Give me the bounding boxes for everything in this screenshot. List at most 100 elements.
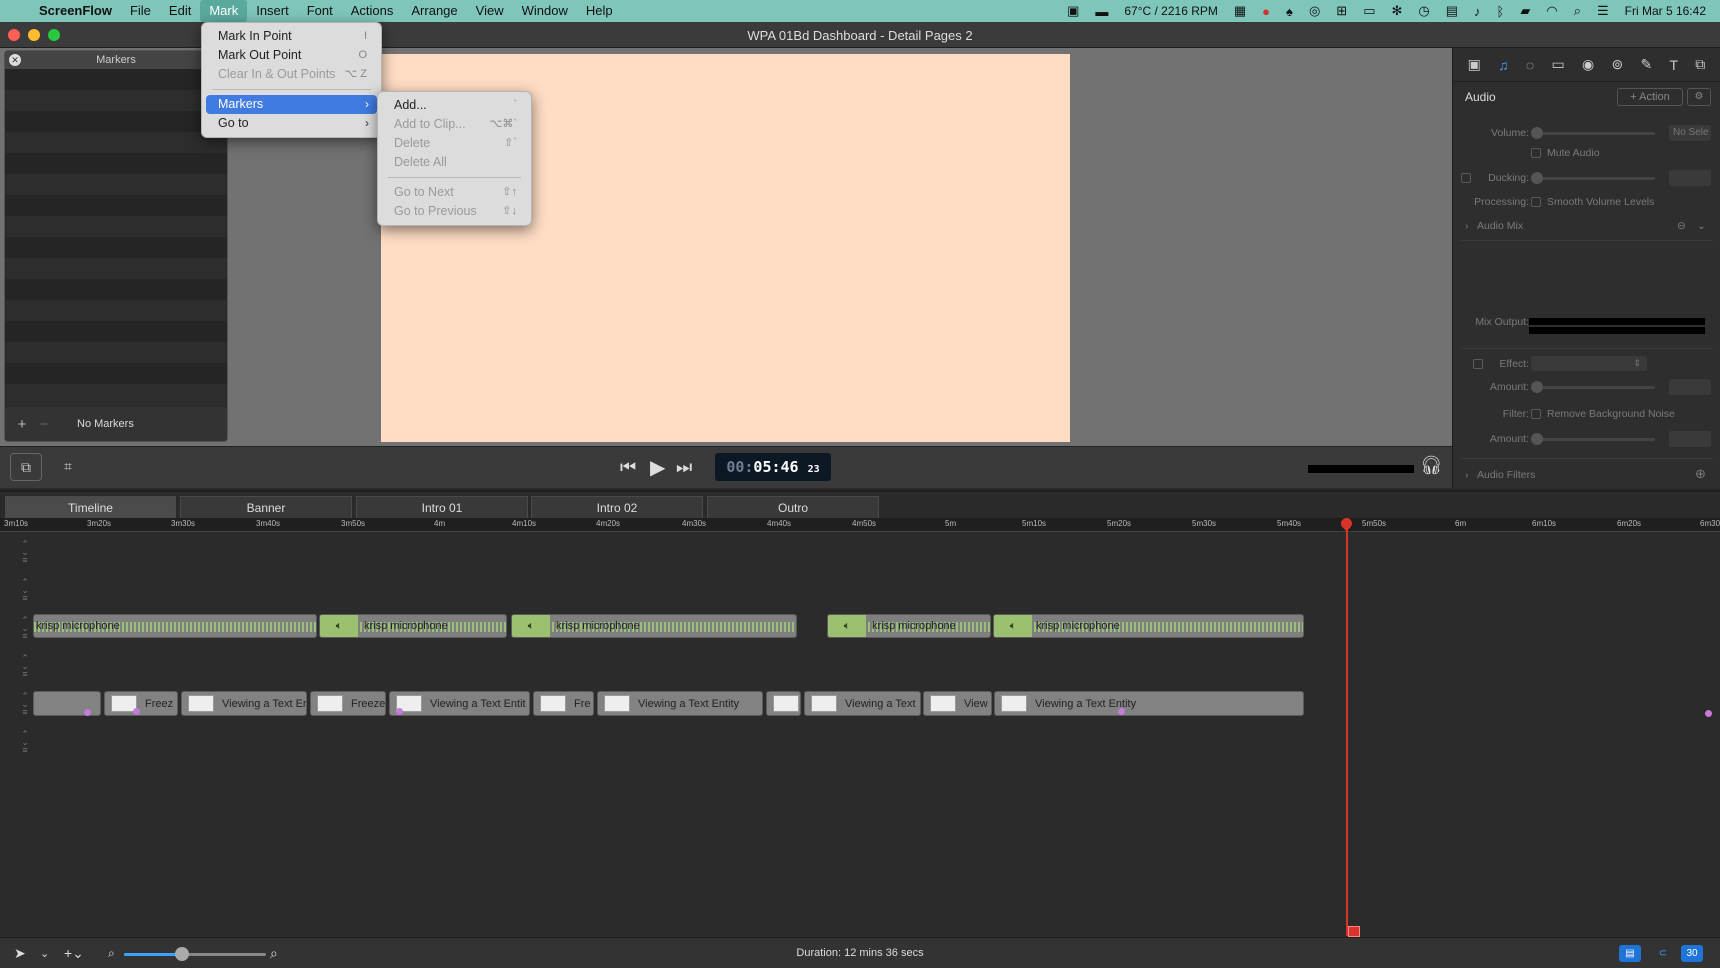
captions-button[interactable]: ▤ — [1619, 945, 1641, 962]
menu-help[interactable]: Help — [577, 0, 622, 22]
tab-outro[interactable]: Outro — [707, 496, 879, 520]
video-clip[interactable]: Viewing a Text — [804, 691, 921, 716]
mark-in-point-item[interactable]: Mark In Point I — [206, 27, 377, 46]
audio-properties-icon[interactable]: ♫ — [1498, 57, 1509, 73]
volume-icon[interactable]: ♪ — [1474, 4, 1481, 19]
add-marker-button[interactable]: + — [11, 416, 33, 433]
menu-actions[interactable]: Actions — [342, 0, 403, 22]
video-clip[interactable]: Freez — [104, 691, 178, 716]
wifi-icon[interactable]: ◠ — [1546, 3, 1557, 19]
video-clip[interactable]: Viewing a Text Entity — [597, 691, 763, 716]
clock-icon[interactable]: ◷ — [1418, 3, 1429, 19]
ducking-slider-knob[interactable] — [1531, 172, 1543, 184]
delete-marker-item[interactable]: Delete ⇧` — [382, 134, 527, 153]
timeline-ruler[interactable]: 3m10s 3m20s 3m30s 3m40s 3m50s 4m 4m10s 4… — [0, 518, 1720, 532]
rewind-button[interactable]: ⏮ — [620, 457, 636, 478]
app-menu[interactable]: ScreenFlow — [30, 0, 121, 22]
keyboard-icon[interactable]: ▤ — [1446, 3, 1458, 19]
media-library-icon[interactable]: ⧉ — [1695, 56, 1705, 73]
volume-slider[interactable] — [1531, 132, 1655, 135]
video-properties-icon[interactable]: ▣ — [1468, 56, 1481, 73]
go-to-next-marker-item[interactable]: Go to Next ⇧↑ — [382, 183, 527, 202]
markers-list[interactable] — [5, 69, 227, 405]
video-clip[interactable]: Viewing a Text Entit — [389, 691, 530, 716]
filter-amount-knob[interactable] — [1531, 433, 1543, 445]
audio-mix-label[interactable]: Audio Mix — [1477, 220, 1523, 232]
apple-menu-icon[interactable] — [0, 0, 30, 22]
play-button[interactable]: ▶ — [650, 455, 665, 480]
menu-arrange[interactable]: Arrange — [402, 0, 466, 22]
snap-button[interactable]: ⊂ — [1652, 945, 1674, 962]
markers-submenu-item[interactable]: Markers › — [206, 95, 377, 114]
tab-intro-02[interactable]: Intro 02 — [531, 496, 703, 520]
control-center-icon[interactable]: ☰ — [1597, 3, 1609, 19]
mark-out-point-item[interactable]: Mark Out Point O — [206, 46, 377, 65]
compass-icon[interactable]: ◎ — [1309, 3, 1320, 19]
audio-clip[interactable]: 🔈︎ krisp microphone — [993, 614, 1304, 638]
recording-properties-icon[interactable]: ◌ — [1526, 57, 1534, 73]
audio-mix-chevron-icon[interactable]: ⌄ — [1697, 220, 1706, 232]
clip-marker-pin[interactable] — [396, 708, 403, 715]
add-action-button[interactable]: + Action — [1617, 88, 1683, 106]
timeline-end-marker[interactable] — [1705, 710, 1712, 717]
callout-properties-icon[interactable]: ◉ — [1582, 56, 1594, 73]
menu-window[interactable]: Window — [513, 0, 577, 22]
track-control[interactable]: ⌃ ⌄ ≡ — [18, 654, 32, 679]
tab-timeline[interactable]: Timeline — [5, 496, 176, 520]
grid-icon[interactable]: ⊞ — [1336, 3, 1347, 19]
volume-field[interactable]: No Sele — [1669, 125, 1711, 141]
fast-forward-button[interactable]: ⏭ — [676, 457, 692, 478]
effect-dropdown[interactable]: ⇕ — [1531, 356, 1647, 371]
ducking-slider[interactable] — [1531, 177, 1655, 180]
video-clip[interactable]: View — [923, 691, 992, 716]
audio-clip[interactable]: 🔈︎ krisp microphone — [319, 614, 507, 638]
playhead[interactable] — [1346, 518, 1348, 936]
screen-properties-icon[interactable]: ▭ — [1551, 56, 1564, 73]
video-clip[interactable]: Fre — [533, 691, 594, 716]
bbedit-icon[interactable]: ▣ — [1067, 3, 1079, 19]
display-icon[interactable]: ▬ — [1095, 4, 1108, 19]
effect-checkbox[interactable] — [1473, 359, 1483, 369]
framerate-badge[interactable]: 30 — [1681, 945, 1703, 962]
gear-icon[interactable]: ✻ — [1391, 3, 1402, 19]
clip-marker-pin[interactable] — [1118, 708, 1125, 715]
filter-amount-field[interactable] — [1669, 431, 1711, 447]
effect-amount-slider[interactable] — [1531, 386, 1655, 389]
record-icon[interactable]: ● — [1262, 4, 1270, 19]
video-clip[interactable] — [766, 691, 801, 716]
track-control[interactable]: ⌃ ⌄ ≡ — [18, 578, 32, 603]
audio-clip[interactable]: krisp microphone — [33, 614, 317, 638]
temperature-readout[interactable]: 67°C / 2216 RPM — [1124, 4, 1218, 18]
text-properties-icon[interactable]: T — [1669, 57, 1678, 73]
track-control[interactable]: ⌃ ⌄ ≡ — [18, 730, 32, 755]
headphones-icon[interactable]: 🎧︎ — [1420, 455, 1443, 476]
effect-amount-field[interactable] — [1669, 379, 1711, 395]
video-clip[interactable]: Viewing a Text Er — [181, 691, 307, 716]
mute-audio-checkbox[interactable] — [1531, 148, 1541, 158]
menu-font[interactable]: Font — [298, 0, 342, 22]
playhead-bottom-handle[interactable] — [1348, 926, 1360, 937]
video-clip[interactable]: Viewing a Text Entity — [994, 691, 1304, 716]
audio-filters-disclosure-icon[interactable]: › — [1465, 469, 1469, 481]
bell-icon[interactable]: ♠ — [1286, 4, 1293, 19]
track-control[interactable]: ⌃ ⌄ ≡ — [18, 616, 32, 641]
clip-marker-pin[interactable] — [133, 708, 140, 715]
tab-intro-01[interactable]: Intro 01 — [356, 496, 528, 520]
go-to-previous-marker-item[interactable]: Go to Previous ⇧↓ — [382, 202, 527, 221]
filter-amount-slider[interactable] — [1531, 438, 1655, 441]
close-panel-icon[interactable]: ✕ — [9, 54, 21, 66]
menu-edit[interactable]: Edit — [160, 0, 200, 22]
menu-view[interactable]: View — [467, 0, 513, 22]
audio-mix-remove-icon[interactable]: ⊖ — [1677, 220, 1686, 232]
audio-filters-label[interactable]: Audio Filters — [1477, 469, 1535, 481]
clip-marker-pin[interactable] — [84, 709, 91, 716]
settings-gear-icon[interactable]: ⚙ — [1687, 88, 1711, 106]
layout-toggle-button[interactable]: ⧉ — [10, 453, 42, 481]
volume-meter[interactable] — [1308, 465, 1414, 473]
remove-noise-checkbox[interactable] — [1531, 409, 1541, 419]
touch-properties-icon[interactable]: ⊚ — [1611, 56, 1623, 73]
battery-icon[interactable]: ▰ — [1520, 3, 1530, 19]
bluetooth-icon[interactable]: ᛒ — [1497, 4, 1505, 19]
track-control[interactable]: ⌃ ⌄ ≡ — [18, 692, 32, 717]
volume-slider-knob[interactable] — [1531, 127, 1543, 139]
